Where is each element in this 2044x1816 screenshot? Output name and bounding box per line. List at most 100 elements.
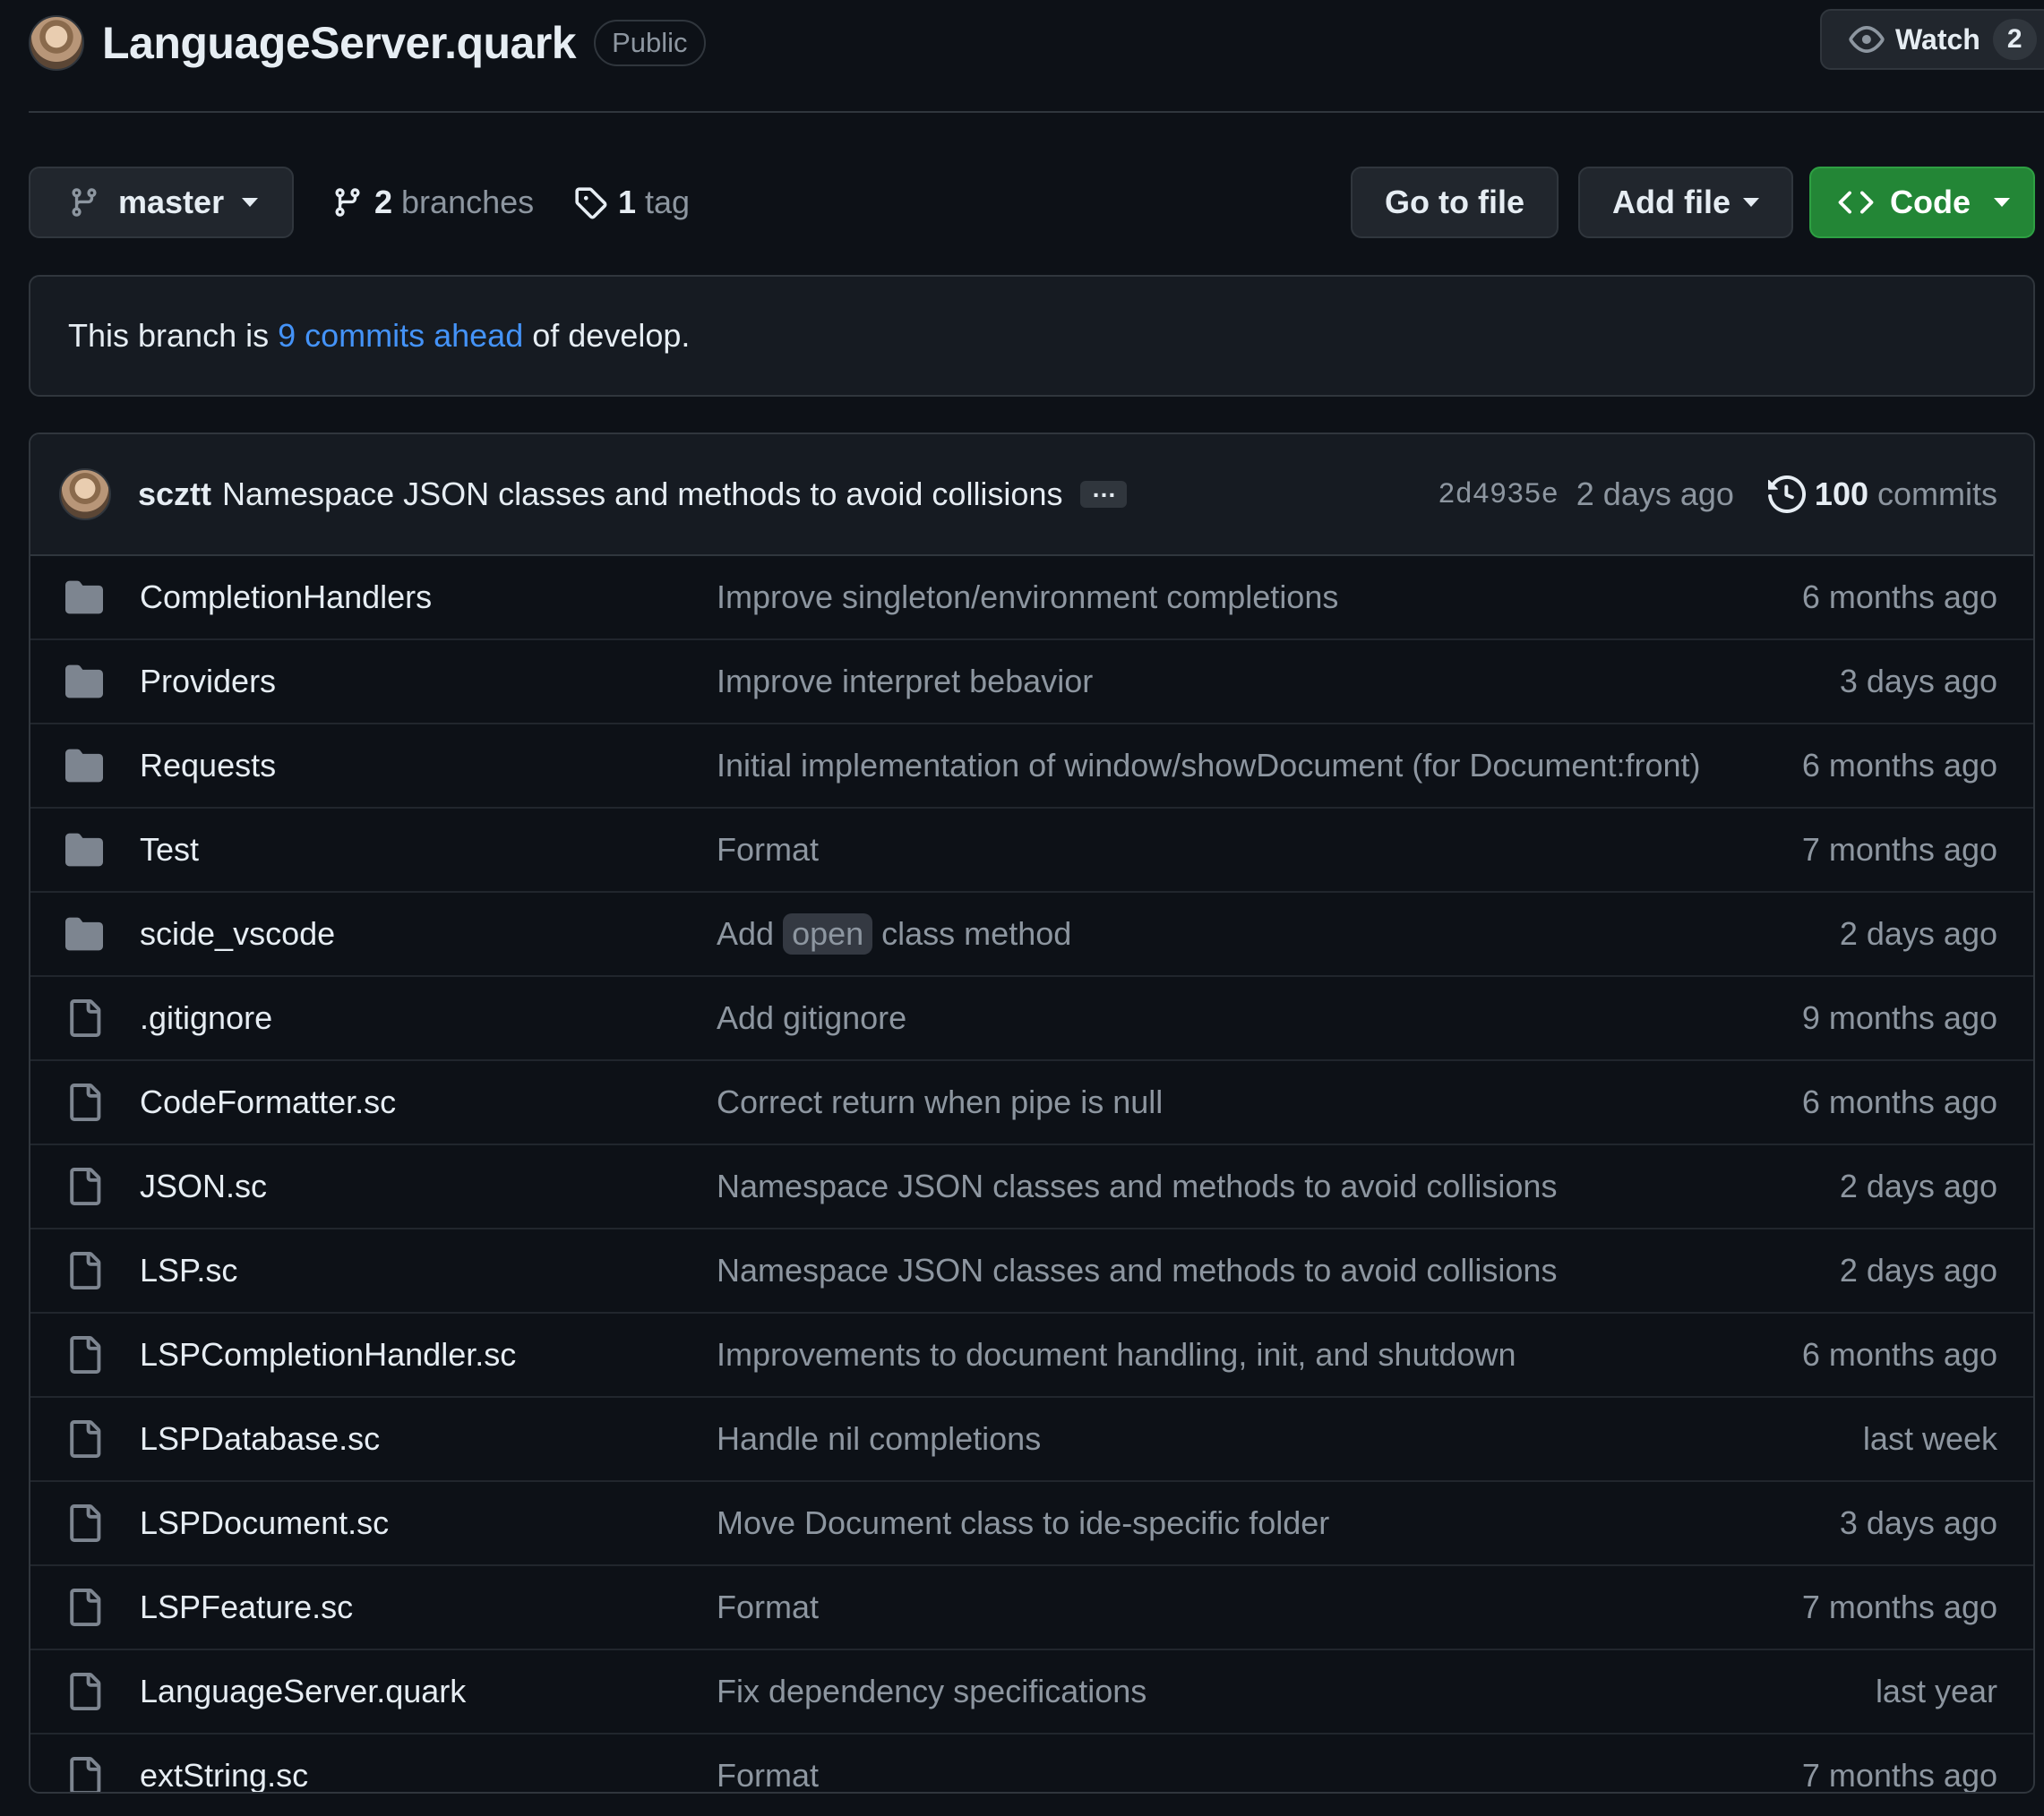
chevron-down-icon [1743,198,1759,207]
file-commit-time: 7 months ago [1801,831,1997,868]
table-row[interactable]: Requests Initial implementation of windo… [30,724,2033,809]
file-commit-message[interactable]: Format [717,1757,819,1792]
latest-commit-bar: scztt Namespace JSON classes and methods… [30,434,2033,556]
file-name-link[interactable]: JSON.sc [140,1168,267,1205]
file-icon [70,1168,101,1205]
table-row[interactable]: LSPDocument.sc Move Document class to id… [30,1482,2033,1566]
file-commit-time: last year [1875,1673,1997,1709]
file-commit-message[interactable]: Handle nil completions [717,1420,1041,1458]
chevron-down-icon [1994,198,2010,207]
file-commit-message[interactable]: Improve interpret bebavior [717,663,1093,700]
file-commit-time: last week [1862,1420,1997,1457]
table-row[interactable]: JSON.sc Namespace JSON classes and metho… [30,1145,2033,1229]
table-row[interactable]: .gitignore Add gitignore 9 months ago [30,977,2033,1061]
file-name-link[interactable]: .gitignore [140,999,272,1037]
inline-code: open [783,913,873,955]
table-row[interactable]: LanguageServer.quark Fix dependency spec… [30,1650,2033,1735]
file-commit-time: 6 months ago [1801,1084,1997,1120]
file-commit-time: 6 months ago [1801,747,1997,784]
owner-avatar[interactable] [29,15,84,71]
file-commit-message[interactable]: Improve singleton/environment completion… [717,578,1338,616]
commit-meta: 2d4935e 2 days ago 100 commits [1438,434,1997,554]
file-commit-message[interactable]: Improvements to document handling, init,… [717,1336,1516,1374]
file-commit-message[interactable]: Move Document class to ide-specific fold… [717,1504,1329,1542]
file-name-link[interactable]: Test [140,831,199,869]
file-icon [70,1252,101,1289]
file-name-link[interactable]: LSP.sc [140,1252,237,1289]
commit-sha[interactable]: 2d4935e [1438,478,1558,511]
tag-icon [575,187,607,219]
eye-icon [1849,26,1885,53]
table-row[interactable]: scide_vscode Add open class method 2 day… [30,893,2033,977]
folder-icon [65,917,103,951]
folder-icon [65,580,103,614]
file-browser: scztt Namespace JSON classes and methods… [29,433,2035,1794]
commits-ahead-link[interactable]: 9 commits ahead [278,317,523,355]
file-name-link[interactable]: Providers [140,663,276,700]
table-row[interactable]: extString.sc Format 7 months ago [30,1735,2033,1794]
file-icon [70,1336,101,1374]
file-name-link[interactable]: LSPCompletionHandler.sc [140,1336,516,1374]
watch-button[interactable]: Watch 2 [1820,9,2044,70]
file-name-link[interactable]: CompletionHandlers [140,578,432,616]
file-name-link[interactable]: LSPDatabase.sc [140,1420,380,1458]
file-commit-message[interactable]: Fix dependency specifications [717,1673,1147,1710]
commit-author-avatar[interactable] [59,468,111,520]
commit-message[interactable]: Namespace JSON classes and methods to av… [222,475,1062,513]
file-name-link[interactable]: LSPDocument.sc [140,1504,389,1542]
code-button[interactable]: Code [1809,167,2035,238]
branches-count: 2 [374,184,393,220]
commit-message-text: Add [717,915,775,952]
tags-link[interactable]: 1 tag [573,167,690,238]
expand-commit-button[interactable]: … [1080,476,1128,508]
table-row[interactable]: CompletionHandlers Improve singleton/env… [30,556,2033,640]
file-name-link[interactable]: CodeFormatter.sc [140,1084,396,1121]
branches-link[interactable]: 2 branches [331,167,534,238]
go-to-file-label: Go to file [1385,184,1524,220]
go-to-file-button[interactable]: Go to file [1351,167,1559,238]
file-commit-message[interactable]: Initial implementation of window/showDoc… [717,747,1700,784]
table-row[interactable]: Providers Improve interpret bebavior 3 d… [30,640,2033,724]
ahead-suffix: of develop. [523,317,691,354]
table-row[interactable]: LSPFeature.sc Format 7 months ago [30,1566,2033,1650]
folder-icon [65,749,103,783]
file-commit-message[interactable]: Correct return when pipe is null [717,1084,1163,1121]
ahead-prefix: This branch is [68,317,279,354]
table-row[interactable]: LSPDatabase.sc Handle nil completions la… [30,1398,2033,1482]
branch-select-button[interactable]: master [29,167,294,238]
file-commit-time: 6 months ago [1801,578,1997,615]
file-name-link[interactable]: Requests [140,747,276,784]
tags-count: 1 [618,184,637,220]
file-name-link[interactable]: scide_vscode [140,915,335,953]
table-row[interactable]: LSPCompletionHandler.sc Improvements to … [30,1314,2033,1398]
file-commit-message[interactable]: Format [717,1589,819,1626]
file-icon [70,1504,101,1542]
commit-author[interactable]: scztt [138,475,211,513]
file-name-link[interactable]: LSPFeature.sc [140,1589,353,1626]
file-icon [70,1420,101,1458]
branch-name: master [118,184,225,220]
file-commit-message[interactable]: Format [717,831,819,869]
table-row[interactable]: CodeFormatter.sc Correct return when pip… [30,1061,2033,1145]
file-icon [70,1673,101,1710]
commit-history-link[interactable]: 100 commits [1767,475,1997,513]
file-commit-message[interactable]: Namespace JSON classes and methods to av… [717,1252,1557,1289]
file-commit-message[interactable]: Add open class method [717,913,1071,955]
repo-header: LanguageServer.quark Public [29,14,706,72]
git-branch-icon [335,188,360,217]
code-label: Code [1890,184,1971,220]
file-commit-message[interactable]: Add gitignore [717,999,906,1037]
table-row[interactable]: Test Format 7 months ago [30,809,2033,893]
file-name-link[interactable]: extString.sc [140,1757,308,1792]
file-commit-time: 7 months ago [1801,1589,1997,1625]
file-commit-message[interactable]: Namespace JSON classes and methods to av… [717,1168,1557,1205]
add-file-button[interactable]: Add file [1578,167,1793,238]
file-commit-time: 3 days ago [1839,1504,1997,1541]
table-row[interactable]: LSP.sc Namespace JSON classes and method… [30,1229,2033,1314]
file-commit-time: 7 months ago [1801,1757,1997,1794]
repo-title[interactable]: LanguageServer.quark [102,17,577,69]
file-name-link[interactable]: LanguageServer.quark [140,1673,466,1710]
commit-message-text: class method [881,915,1072,952]
folder-icon [65,664,103,698]
branch-status-banner: This branch is 9 commits ahead of develo… [29,275,2035,397]
